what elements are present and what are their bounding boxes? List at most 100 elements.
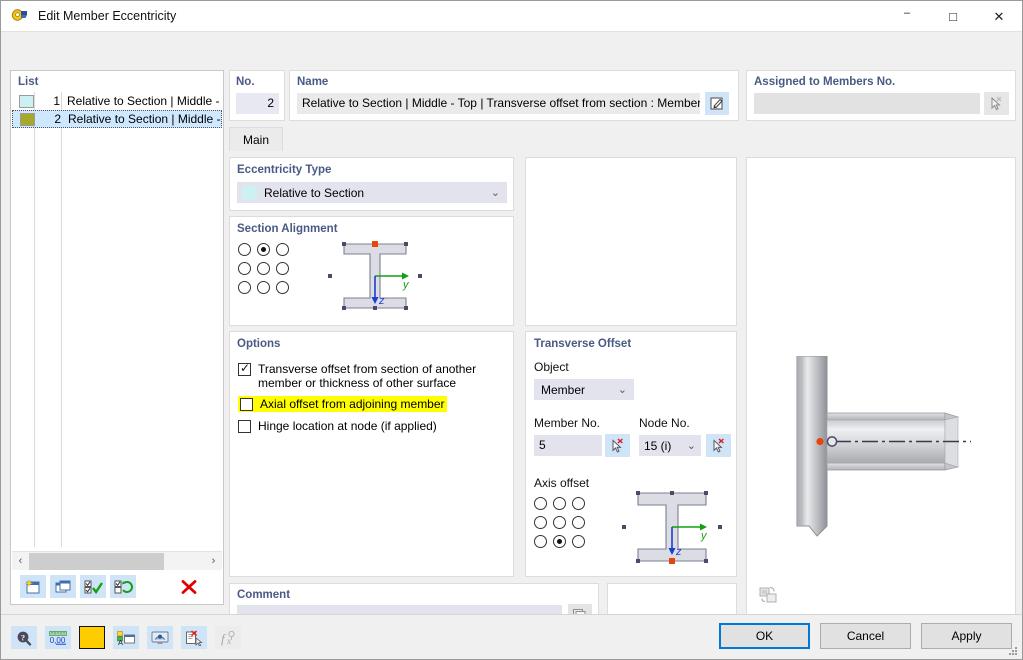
object-value: Member: [541, 382, 586, 397]
option-hinge-location-label: Hinge location at node (if applied): [258, 419, 437, 433]
axis-radio-top-left[interactable]: [534, 497, 547, 510]
tab-main[interactable]: Main: [229, 127, 283, 151]
alignment-radio-middle-left[interactable]: [238, 262, 251, 275]
alignment-radio-bottom-left[interactable]: [238, 281, 251, 294]
alignment-radio-bottom-right[interactable]: [276, 281, 289, 294]
number-panel: No. 2: [229, 70, 285, 121]
pick-member-button[interactable]: [605, 434, 630, 457]
minimize-button[interactable]: –: [884, 1, 930, 32]
axis-radio-middle-center[interactable]: [553, 516, 566, 529]
option-transverse-offset-label: Transverse offset from section of anothe…: [258, 362, 477, 390]
axis-radio-middle-left[interactable]: [534, 516, 547, 529]
new-button[interactable]: [20, 575, 46, 598]
preview-settings-icon[interactable]: [757, 584, 781, 606]
svg-text:0,00: 0,00: [50, 636, 66, 645]
svg-text:y: y: [700, 530, 708, 542]
preview-blank-panel: [525, 157, 737, 326]
select-all-button[interactable]: [80, 575, 106, 598]
number-value[interactable]: 2: [236, 93, 279, 114]
connection-preview-graphic: [775, 356, 990, 541]
cancel-button-label: Cancel: [846, 629, 885, 643]
axis-radio-bottom-left[interactable]: [534, 535, 547, 548]
svg-text:?: ?: [21, 632, 25, 642]
delete-object-button[interactable]: [181, 626, 207, 649]
eccentricity-icon: [10, 6, 30, 26]
name-input[interactable]: Relative to Section | Middle - Top | Tra…: [297, 93, 700, 114]
window-controls: – □ ✕: [884, 1, 1022, 32]
axis-radio-top-center[interactable]: [553, 497, 566, 510]
pick-node-button[interactable]: [706, 434, 731, 457]
close-button[interactable]: ✕: [976, 1, 1022, 32]
option-axial-offset-checkbox[interactable]: [240, 398, 253, 411]
pick-members-button[interactable]: [984, 92, 1009, 115]
color-swatch-button[interactable]: [79, 626, 105, 649]
member-no-input[interactable]: 5: [534, 435, 602, 456]
list-item-label: Relative to Section | Middle - To: [67, 94, 222, 108]
maximize-button[interactable]: □: [930, 1, 976, 32]
axis-radio-bottom-center[interactable]: [553, 535, 566, 548]
axis-radio-middle-right[interactable]: [572, 516, 585, 529]
visibility-button[interactable]: [147, 626, 173, 649]
list-panel: List 1 Relative to Section | Middle - To…: [10, 70, 224, 605]
section-alignment-beam-diagram: y z: [322, 235, 428, 323]
apply-button[interactable]: Apply: [921, 623, 1012, 649]
list-item[interactable]: 2 Relative to Section | Middle - To: [12, 110, 222, 128]
scrollbar-track[interactable]: [29, 552, 205, 571]
units-button[interactable]: 0,00: [45, 626, 71, 649]
axis-radio-bottom-right[interactable]: [572, 535, 585, 548]
svg-text:y: y: [402, 279, 410, 291]
alignment-radio-middle-right[interactable]: [276, 262, 289, 275]
assigned-members-label: Assigned to Members No.: [754, 76, 896, 88]
list-item[interactable]: 1 Relative to Section | Middle - To: [12, 92, 222, 110]
list-horizontal-scrollbar[interactable]: ‹ ›: [12, 551, 222, 570]
apply-button-label: Apply: [951, 629, 982, 643]
option-hinge-location[interactable]: Hinge location at node (if applied): [238, 419, 498, 433]
copy-button[interactable]: [50, 575, 76, 598]
alignment-radio-top-center[interactable]: [257, 243, 270, 256]
options-label: Options: [237, 338, 281, 350]
object-dropdown[interactable]: Member ⌄: [534, 379, 634, 400]
option-transverse-offset[interactable]: Transverse offset from section of anothe…: [238, 361, 506, 390]
section-alignment-panel: Section Alignment y z: [229, 216, 514, 326]
tab-strip: Main: [229, 127, 739, 151]
section-alignment-radio-grid: [238, 243, 295, 300]
ok-button-label: OK: [755, 629, 774, 643]
list-item-number: 2: [54, 112, 61, 126]
member-no-label: Member No.: [534, 416, 601, 430]
edit-name-button[interactable]: [705, 92, 729, 115]
alignment-radio-bottom-center[interactable]: [257, 281, 270, 294]
maximize-icon: □: [949, 8, 957, 24]
scroll-right-icon[interactable]: ›: [205, 555, 222, 567]
svg-text:x: x: [226, 636, 231, 646]
assigned-members-panel: Assigned to Members No.: [746, 70, 1016, 121]
tab-main-label: Main: [242, 132, 269, 147]
minimize-icon: –: [903, 6, 911, 19]
scrollbar-thumb[interactable]: [29, 552, 164, 570]
option-hinge-location-checkbox[interactable]: [238, 420, 251, 433]
help-info-button[interactable]: ?: [11, 626, 37, 649]
legend-button[interactable]: A: [113, 626, 139, 649]
option-axial-offset[interactable]: Axial offset from adjoining member: [238, 396, 447, 412]
axis-offset-beam-diagram: y z: [616, 484, 728, 576]
node-no-dropdown[interactable]: 15 (i) ⌄: [639, 435, 701, 456]
delete-button[interactable]: [176, 575, 202, 598]
alignment-radio-top-right[interactable]: [276, 243, 289, 256]
footer-toolbar: ? 0,00 A f x: [11, 626, 241, 649]
scroll-left-icon[interactable]: ‹: [12, 555, 29, 567]
assigned-members-input[interactable]: [754, 93, 980, 114]
axis-radio-top-right[interactable]: [572, 497, 585, 510]
chevron-down-icon: ⌄: [686, 440, 696, 452]
ok-button[interactable]: OK: [719, 623, 810, 649]
option-transverse-offset-checkbox[interactable]: [238, 361, 251, 376]
section-alignment-label: Section Alignment: [237, 223, 338, 235]
close-icon: ✕: [993, 8, 1005, 24]
formula-button: f x: [215, 626, 241, 649]
alignment-radio-middle-center[interactable]: [257, 262, 270, 275]
eccentricity-type-dropdown[interactable]: Relative to Section ⌄: [237, 182, 507, 203]
transverse-offset-label: Transverse Offset: [534, 338, 632, 350]
resize-grip[interactable]: [1007, 645, 1019, 657]
alignment-radio-top-left[interactable]: [238, 243, 251, 256]
axis-offset-label: Axis offset: [534, 476, 590, 490]
invert-selection-button[interactable]: [110, 575, 136, 598]
cancel-button[interactable]: Cancel: [820, 623, 911, 649]
